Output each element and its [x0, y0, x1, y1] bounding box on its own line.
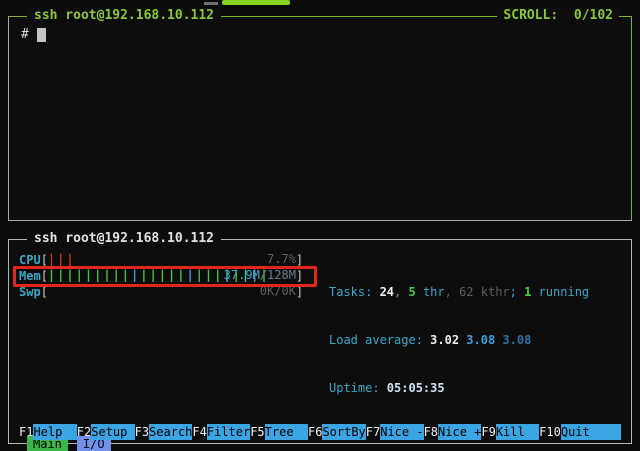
fkey-f10[interactable]: F10Quit — [539, 424, 621, 440]
swp-meter-label: Swp — [19, 285, 41, 299]
fkey-f8[interactable]: F8Nice + — [424, 424, 482, 440]
swp-meter: Swp[0K/0K] — [19, 284, 315, 300]
swp-gauge-text: 0K/0K — [260, 283, 296, 299]
cpu-meter-label: CPU — [19, 253, 41, 267]
fkey-f7[interactable]: F7Nice - — [366, 424, 424, 440]
fkey-f3[interactable]: F3Search — [135, 424, 193, 440]
video-progress-bar — [222, 0, 290, 5]
mem-meter-label: Mem — [19, 269, 41, 283]
tasks-line: Tasks: 24, 5 thr, 62 kthr; 1 running — [329, 284, 621, 300]
fkey-f4[interactable]: F4Filter — [192, 424, 250, 440]
pane-htop[interactable]: ssh root@192.168.10.112 CPU[|||7.7%] Mem… — [8, 239, 632, 444]
scroll-indicator: SCROLL: 0/102 — [497, 8, 619, 24]
fkey-f1[interactable]: F1Help — [19, 424, 77, 440]
cpu-gauge-bars: ||| — [48, 251, 76, 267]
pane-shell[interactable]: ssh root@192.168.10.112 SCROLL: 0/102 # — [8, 16, 632, 221]
fkey-f9[interactable]: F9Kill — [481, 424, 539, 440]
text-cursor — [37, 28, 46, 42]
mem-meter: Mem[||||||||||||||||||||||||37.9M/128M] — [19, 268, 315, 284]
fkey-f6[interactable]: F6SortBy — [308, 424, 366, 440]
terminal-screen: ssh root@192.168.10.112 SCROLL: 0/102 # … — [0, 0, 640, 451]
fkey-f2[interactable]: F2Setup — [77, 424, 135, 440]
info-column: Tasks: 24, 5 thr, 62 kthr; 1 running Loa… — [315, 252, 621, 428]
mem-gauge-text: 37.9M/128M — [224, 267, 296, 283]
meter-column: CPU[|||7.7%] Mem[|||||||||||||||||||||||… — [19, 252, 315, 428]
htop-app: CPU[|||7.7%] Mem[|||||||||||||||||||||||… — [9, 240, 631, 443]
uptime-line: Uptime: 05:05:35 — [329, 380, 621, 396]
htop-meters-area: CPU[|||7.7%] Mem[|||||||||||||||||||||||… — [19, 252, 621, 428]
cpu-meter: CPU[|||7.7%] — [19, 252, 315, 268]
video-progress-track — [204, 2, 218, 5]
pane-title: ssh root@192.168.10.112 — [27, 8, 221, 24]
function-key-bar[interactable]: F1HelpF2SetupF3SearchF4FilterF5TreeF6Sor… — [19, 424, 621, 440]
load-average-line: Load average: 3.02 3.08 3.08 — [329, 332, 621, 348]
prompt-char: # — [21, 27, 29, 42]
cpu-gauge-text: 7.7% — [267, 251, 296, 267]
fkey-f5[interactable]: F5Tree — [250, 424, 308, 440]
